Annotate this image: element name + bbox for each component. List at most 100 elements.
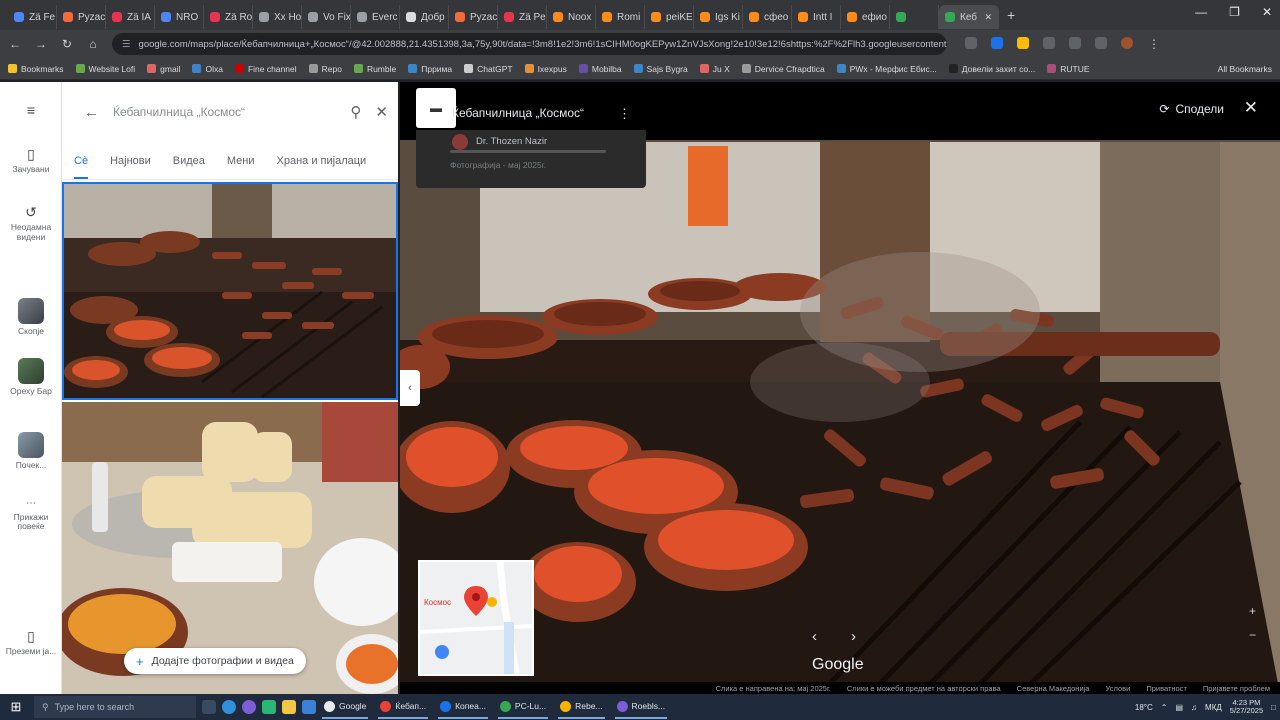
- minimize-icon[interactable]: —: [1195, 5, 1207, 19]
- browser-tab[interactable]: ефио: [841, 5, 890, 29]
- task-view-icon[interactable]: [202, 700, 216, 714]
- menu-button[interactable]: ≡: [0, 102, 62, 121]
- bookmark-item[interactable]: PWx - Мерфис Ебис...: [836, 64, 937, 74]
- browser-tab[interactable]: Zä Ro: [204, 5, 253, 29]
- taskbar-search[interactable]: ⚲ Type here to search: [34, 696, 196, 718]
- folder-icon[interactable]: [282, 700, 296, 714]
- get-app-button[interactable]: ▯ Преземи ја...: [0, 628, 62, 657]
- extension-icon[interactable]: [1017, 37, 1029, 49]
- browser-tab[interactable]: Кеб ✕: [939, 5, 999, 29]
- mini-map[interactable]: Космос: [418, 560, 534, 676]
- photo-thumbnail-grill[interactable]: [62, 182, 398, 400]
- taskbar-app[interactable]: Копеа...: [438, 695, 488, 719]
- extension-icon[interactable]: [1043, 37, 1055, 49]
- previous-photo-button[interactable]: ‹: [400, 370, 420, 406]
- zoom-out-icon[interactable]: −: [1249, 628, 1256, 642]
- zoom-in-icon[interactable]: +: [1249, 604, 1256, 618]
- browser-tab[interactable]: NRO: [155, 5, 204, 29]
- recent-button[interactable]: ↺ Неодамна видени: [0, 204, 62, 243]
- browser-tab[interactable]: [890, 5, 939, 29]
- search-icon[interactable]: ⚲: [350, 103, 361, 121]
- bookmark-item[interactable]: gmail: [147, 64, 180, 74]
- taskbar-app[interactable]: Rebe...: [558, 695, 605, 719]
- photo-tab[interactable]: Најнови: [110, 155, 151, 179]
- back-icon[interactable]: ←: [8, 37, 22, 51]
- photo-tab[interactable]: Сè: [74, 155, 89, 179]
- extension-icon[interactable]: [991, 37, 1003, 49]
- bookmark-item[interactable]: Пррима: [408, 64, 452, 74]
- edge-icon[interactable]: [222, 700, 236, 714]
- browser-tab[interactable]: Romi: [596, 5, 645, 29]
- mail-icon[interactable]: [302, 700, 316, 714]
- recent-place-2[interactable]: Ореху Бар: [0, 358, 62, 397]
- extension-icon[interactable]: [1069, 37, 1081, 49]
- home-icon[interactable]: ⌂: [86, 37, 100, 51]
- share-button[interactable]: ⟳ Сподели: [1159, 102, 1224, 116]
- site-info-icon[interactable]: ☰: [122, 39, 131, 50]
- clock[interactable]: 4:23 PM 5/27/2025: [1230, 698, 1263, 716]
- app-icon[interactable]: [262, 700, 276, 714]
- browser-tab[interactable]: Igs Ki: [694, 5, 743, 29]
- browser-tab[interactable]: Zä Fe: [8, 5, 57, 29]
- network-icon[interactable]: ▤: [1175, 703, 1183, 712]
- bookmark-item[interactable]: Repo: [308, 64, 342, 74]
- bookmark-item[interactable]: Olxa: [192, 64, 223, 74]
- bookmark-item[interactable]: Довелiи захит со...: [948, 64, 1035, 74]
- maximize-icon[interactable]: ❐: [1229, 5, 1240, 19]
- bookmark-item[interactable]: ChatGPT: [464, 64, 513, 74]
- notifications-icon[interactable]: □: [1271, 703, 1276, 712]
- bookmark-item[interactable]: Website Lofi: [75, 64, 135, 74]
- app-icon[interactable]: [242, 700, 256, 714]
- footer-link[interactable]: Услови: [1105, 684, 1130, 693]
- show-more-button[interactable]: ⋯ Прикажи повеќе: [0, 498, 62, 532]
- browser-tab[interactable]: peiKE: [645, 5, 694, 29]
- saved-button[interactable]: ▯ Зачувани: [0, 146, 62, 175]
- chevron-right-icon[interactable]: ›: [851, 628, 856, 645]
- browser-tab[interactable]: Pyzac: [57, 5, 106, 29]
- profile-avatar[interactable]: [1121, 37, 1133, 49]
- close-icon[interactable]: ✕: [375, 103, 388, 121]
- more-options-icon[interactable]: ⋮: [618, 106, 631, 122]
- photo-author-card[interactable]: Dr. Thozen Nazir Фотографија - мај 2025г…: [416, 130, 646, 188]
- taskbar-app[interactable]: Roebls...: [614, 695, 668, 719]
- taskbar-app[interactable]: Ќебап...: [378, 695, 429, 719]
- browser-tab[interactable]: Everc: [351, 5, 400, 29]
- chevron-up-icon[interactable]: ⌃: [1161, 703, 1168, 712]
- extension-icon[interactable]: [1095, 37, 1107, 49]
- taskbar-app[interactable]: Google: [322, 695, 369, 719]
- address-bar[interactable]: ☰ google.com/maps/place/Ќебапчилница+„Ко…: [112, 33, 947, 55]
- windows-start-icon[interactable]: ⊞: [4, 699, 28, 715]
- new-tab-button[interactable]: +: [1007, 7, 1015, 23]
- add-photos-button[interactable]: + Додајте фотографии и видеа: [124, 648, 306, 674]
- chrome-menu-icon[interactable]: ⋮: [1147, 37, 1161, 51]
- browser-tab[interactable]: Noox: [547, 5, 596, 29]
- recent-place-1[interactable]: Скопје: [0, 298, 62, 337]
- browser-tab[interactable]: Pyzac: [449, 5, 498, 29]
- extension-icon[interactable]: [965, 37, 977, 49]
- taskbar-app[interactable]: PC-Lu...: [497, 695, 549, 719]
- browser-tab[interactable]: Добр: [400, 5, 449, 29]
- chevron-left-icon[interactable]: ‹: [812, 628, 817, 645]
- browser-tab[interactable]: Intt I: [792, 5, 841, 29]
- reload-icon[interactable]: ↻: [60, 37, 74, 51]
- browser-tab[interactable]: Xx Ho: [253, 5, 302, 29]
- photo-tab[interactable]: Храна и пијалаци: [277, 155, 367, 179]
- close-window-icon[interactable]: ✕: [1262, 5, 1272, 19]
- viewer-close-icon[interactable]: ✕: [1244, 98, 1258, 118]
- bookmark-item[interactable]: Sajs Bygra: [633, 64, 688, 74]
- forward-icon[interactable]: →: [34, 37, 48, 51]
- bookmark-item[interactable]: Dervice Cfrapdtica: [741, 64, 825, 74]
- back-arrow-icon[interactable]: ←: [84, 104, 99, 121]
- browser-tab[interactable]: Vo Fix: [302, 5, 351, 29]
- browser-tab[interactable]: сфео: [743, 5, 792, 29]
- photo-tab[interactable]: Видеа: [173, 155, 205, 179]
- browser-tab[interactable]: Zä Pe: [498, 5, 547, 29]
- bookmark-item[interactable]: RUTUE: [1047, 64, 1090, 74]
- photo-tab[interactable]: Мени: [227, 155, 255, 179]
- recent-place-3[interactable]: Почек...: [0, 432, 62, 471]
- tab-close-icon[interactable]: ✕: [984, 12, 992, 23]
- viewer-back-button[interactable]: ▬: [416, 88, 456, 128]
- bookmark-item[interactable]: Mobilba: [578, 64, 622, 74]
- volume-icon[interactable]: ♫: [1191, 703, 1197, 712]
- bookmark-item[interactable]: Rumble: [353, 64, 396, 74]
